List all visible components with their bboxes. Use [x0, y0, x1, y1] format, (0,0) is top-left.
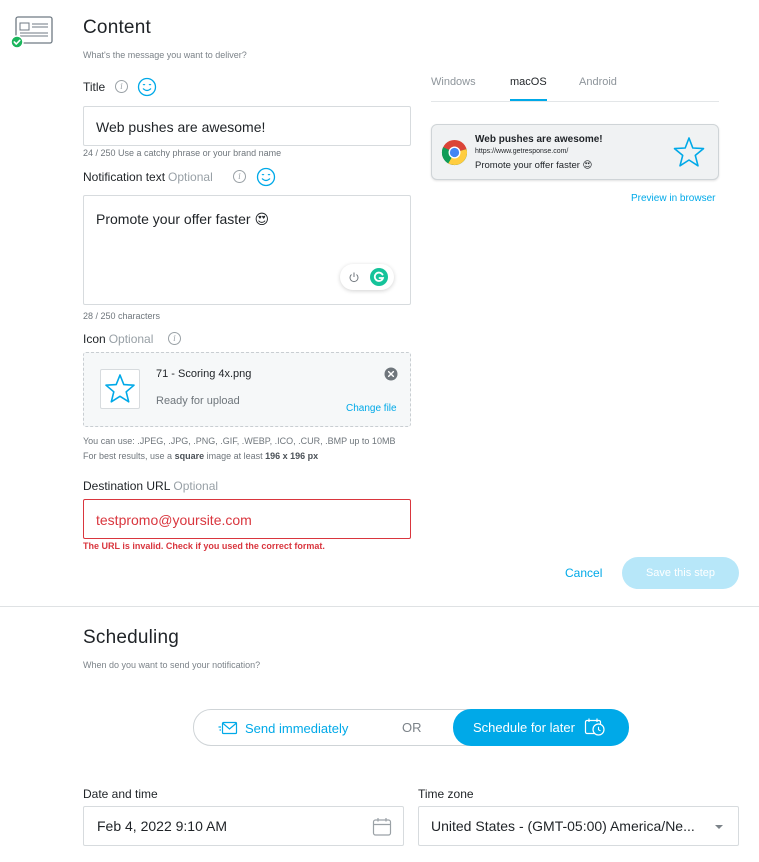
push-preview-card: Web pushes are awesome! https://www.getr… [431, 124, 719, 180]
content-heading: Content [83, 17, 151, 38]
calendar-icon[interactable] [372, 817, 392, 837]
preview-url: https://www.getresponse.com/ [475, 148, 569, 155]
star-icon [105, 374, 135, 403]
tab-windows[interactable]: Windows [431, 76, 476, 88]
notification-optional-text: Optional [168, 170, 213, 184]
scheduling-subheading: When do you want to send your notificati… [83, 660, 261, 670]
notification-hint: 28 / 250 characters [83, 311, 161, 321]
destination-url-label-text: Destination URL [83, 479, 171, 493]
icon-label-text: Icon [83, 332, 106, 346]
content-subheading: What's the message you want to deliver? [83, 50, 247, 60]
power-icon[interactable] [348, 271, 360, 283]
destination-url-optional-text: Optional [173, 479, 219, 493]
timezone-value: United States - (GMT-05:00) America/Ne..… [431, 818, 695, 834]
send-mode-toggle: Send immediately OR Schedule for later [193, 709, 629, 746]
preview-in-browser-link[interactable]: Preview in browser [631, 193, 715, 204]
icon-size-hint: For best results, use a square image at … [83, 451, 318, 461]
chrome-icon [441, 139, 468, 166]
title-label: Title [83, 80, 105, 94]
icon-upload-box[interactable]: 71 - Scoring 4x.png Ready for upload Cha… [83, 352, 411, 427]
send-immediately-label: Send immediately [245, 721, 349, 736]
cancel-button[interactable]: Cancel [565, 566, 602, 580]
date-time-value: Feb 4, 2022 9:10 AM [97, 818, 227, 834]
icon-size-hint-square: square [174, 451, 205, 461]
grammarly-icon[interactable] [370, 268, 388, 286]
timezone-label: Time zone [418, 787, 474, 801]
icon-file-name: 71 - Scoring 4x.png [156, 368, 252, 380]
date-time-input[interactable]: Feb 4, 2022 9:10 AM [83, 806, 404, 846]
tab-active-indicator [510, 99, 547, 101]
title-hint: 24 / 250 Use a catchy phrase or your bra… [83, 148, 282, 158]
icon-optional-text: Optional [108, 332, 154, 346]
destination-url-error: The URL is invalid. Check if you used th… [83, 541, 325, 551]
grammarly-widget[interactable] [340, 264, 394, 290]
title-label-text: Title [83, 80, 106, 94]
section-divider [0, 606, 759, 607]
timezone-select[interactable]: United States - (GMT-05:00) America/Ne..… [418, 806, 739, 846]
notification-textarea-value: Promote your offer faster 😍 [96, 211, 270, 227]
icon-size-hint-mid: image at least [206, 451, 263, 461]
notification-emoji-icon[interactable] [256, 167, 276, 187]
calendar-clock-icon [584, 718, 605, 736]
destination-url-input[interactable]: testpromo@yoursite.com [83, 499, 411, 539]
notification-textarea[interactable]: Promote your offer faster 😍 [83, 195, 411, 305]
destination-url-value: testpromo@yoursite.com [96, 512, 252, 528]
or-separator: OR [402, 720, 422, 735]
scheduling-heading: Scheduling [83, 627, 180, 648]
preview-tabs: Windows macOS Android [431, 66, 719, 102]
icon-upload-status: Ready for upload [156, 395, 240, 407]
send-mail-icon [218, 721, 238, 735]
title-input[interactable]: Web pushes are awesome! [83, 106, 411, 146]
title-emoji-icon[interactable] [137, 77, 157, 97]
change-file-link[interactable]: Change file [346, 403, 397, 414]
title-info-icon[interactable]: i [115, 80, 128, 93]
icon-format-hint: You can use: .JPEG, .JPG, .PNG, .GIF, .W… [83, 436, 396, 446]
icon-label: Icon Optional [83, 332, 153, 346]
destination-url-label: Destination URL Optional [83, 479, 218, 493]
notification-info-icon[interactable]: i [233, 170, 246, 183]
preview-star-icon [673, 137, 705, 167]
chevron-down-icon[interactable] [715, 825, 723, 829]
icon-thumbnail [100, 369, 140, 409]
schedule-later-option[interactable]: Schedule for later [453, 709, 629, 746]
title-input-value: Web pushes are awesome! [96, 119, 266, 135]
save-step-button[interactable]: Save this step [622, 557, 739, 589]
remove-file-icon[interactable] [384, 367, 398, 381]
notification-text-label: Notification text Optional [83, 170, 213, 184]
schedule-later-label: Schedule for later [473, 720, 575, 735]
icon-size-hint-dimensions: 196 x 196 px [265, 451, 319, 461]
icon-size-hint-prefix: For best results, use a [83, 451, 173, 461]
content-section-icon [10, 14, 56, 50]
tab-android[interactable]: Android [579, 76, 617, 88]
preview-body: Promote your offer faster 😍 [475, 160, 593, 171]
preview-title: Web pushes are awesome! [475, 134, 603, 145]
notification-label-text: Notification text [83, 170, 166, 184]
icon-info-icon[interactable]: i [168, 332, 181, 345]
date-time-label: Date and time [83, 787, 158, 801]
tab-macos[interactable]: macOS [510, 76, 547, 88]
